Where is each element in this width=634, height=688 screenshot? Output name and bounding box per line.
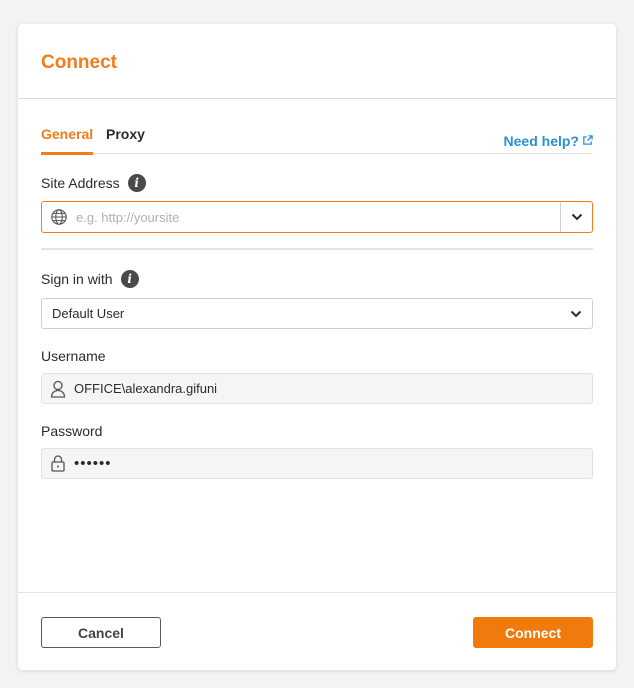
tab-proxy[interactable]: Proxy xyxy=(106,126,145,154)
dialog-footer: Cancel Connect xyxy=(18,592,616,670)
sign-in-label: Sign in with xyxy=(41,271,113,287)
need-help-label: Need help? xyxy=(503,133,579,149)
password-field[interactable]: •••••• xyxy=(41,448,593,479)
lock-icon xyxy=(42,455,74,472)
password-label: Password xyxy=(41,423,103,439)
password-label-row: Password xyxy=(41,423,102,439)
info-icon[interactable]: i xyxy=(127,174,146,192)
username-value: OFFICE\alexandra.gifuni xyxy=(74,381,218,396)
chevron-down-icon xyxy=(570,310,582,317)
site-address-field xyxy=(41,201,593,233)
chevron-down-icon xyxy=(571,213,582,221)
tab-general[interactable]: General xyxy=(41,126,94,155)
connect-dialog: Connect General Proxy Need help? Site Ad… xyxy=(18,24,616,670)
connect-button[interactable]: Connect xyxy=(473,617,593,648)
dialog-title: Connect xyxy=(41,52,117,73)
info-icon[interactable]: i xyxy=(120,270,139,288)
globe-icon xyxy=(42,202,76,232)
cancel-button[interactable]: Cancel xyxy=(41,617,161,648)
need-help-link[interactable]: Need help? xyxy=(504,133,593,149)
sign-in-select[interactable]: Default User xyxy=(41,298,593,329)
username-label: Username xyxy=(41,348,106,364)
dialog-header: Connect xyxy=(18,24,616,99)
username-field[interactable]: OFFICE\alexandra.gifuni xyxy=(41,373,593,404)
user-icon xyxy=(42,380,74,398)
password-masked-value: •••••• xyxy=(74,455,112,472)
site-address-label: Site Address xyxy=(41,175,120,191)
sign-in-selected-value: Default User xyxy=(52,306,125,321)
site-address-input[interactable] xyxy=(76,202,560,232)
site-address-dropdown-button[interactable] xyxy=(560,202,592,232)
tab-bar: General Proxy Need help? xyxy=(41,124,593,155)
site-address-label-row: Site Address i xyxy=(41,174,146,192)
external-link-icon xyxy=(582,133,593,149)
username-label-row: Username xyxy=(41,348,106,364)
sign-in-label-row: Sign in with i xyxy=(41,270,139,288)
section-divider xyxy=(41,248,593,250)
